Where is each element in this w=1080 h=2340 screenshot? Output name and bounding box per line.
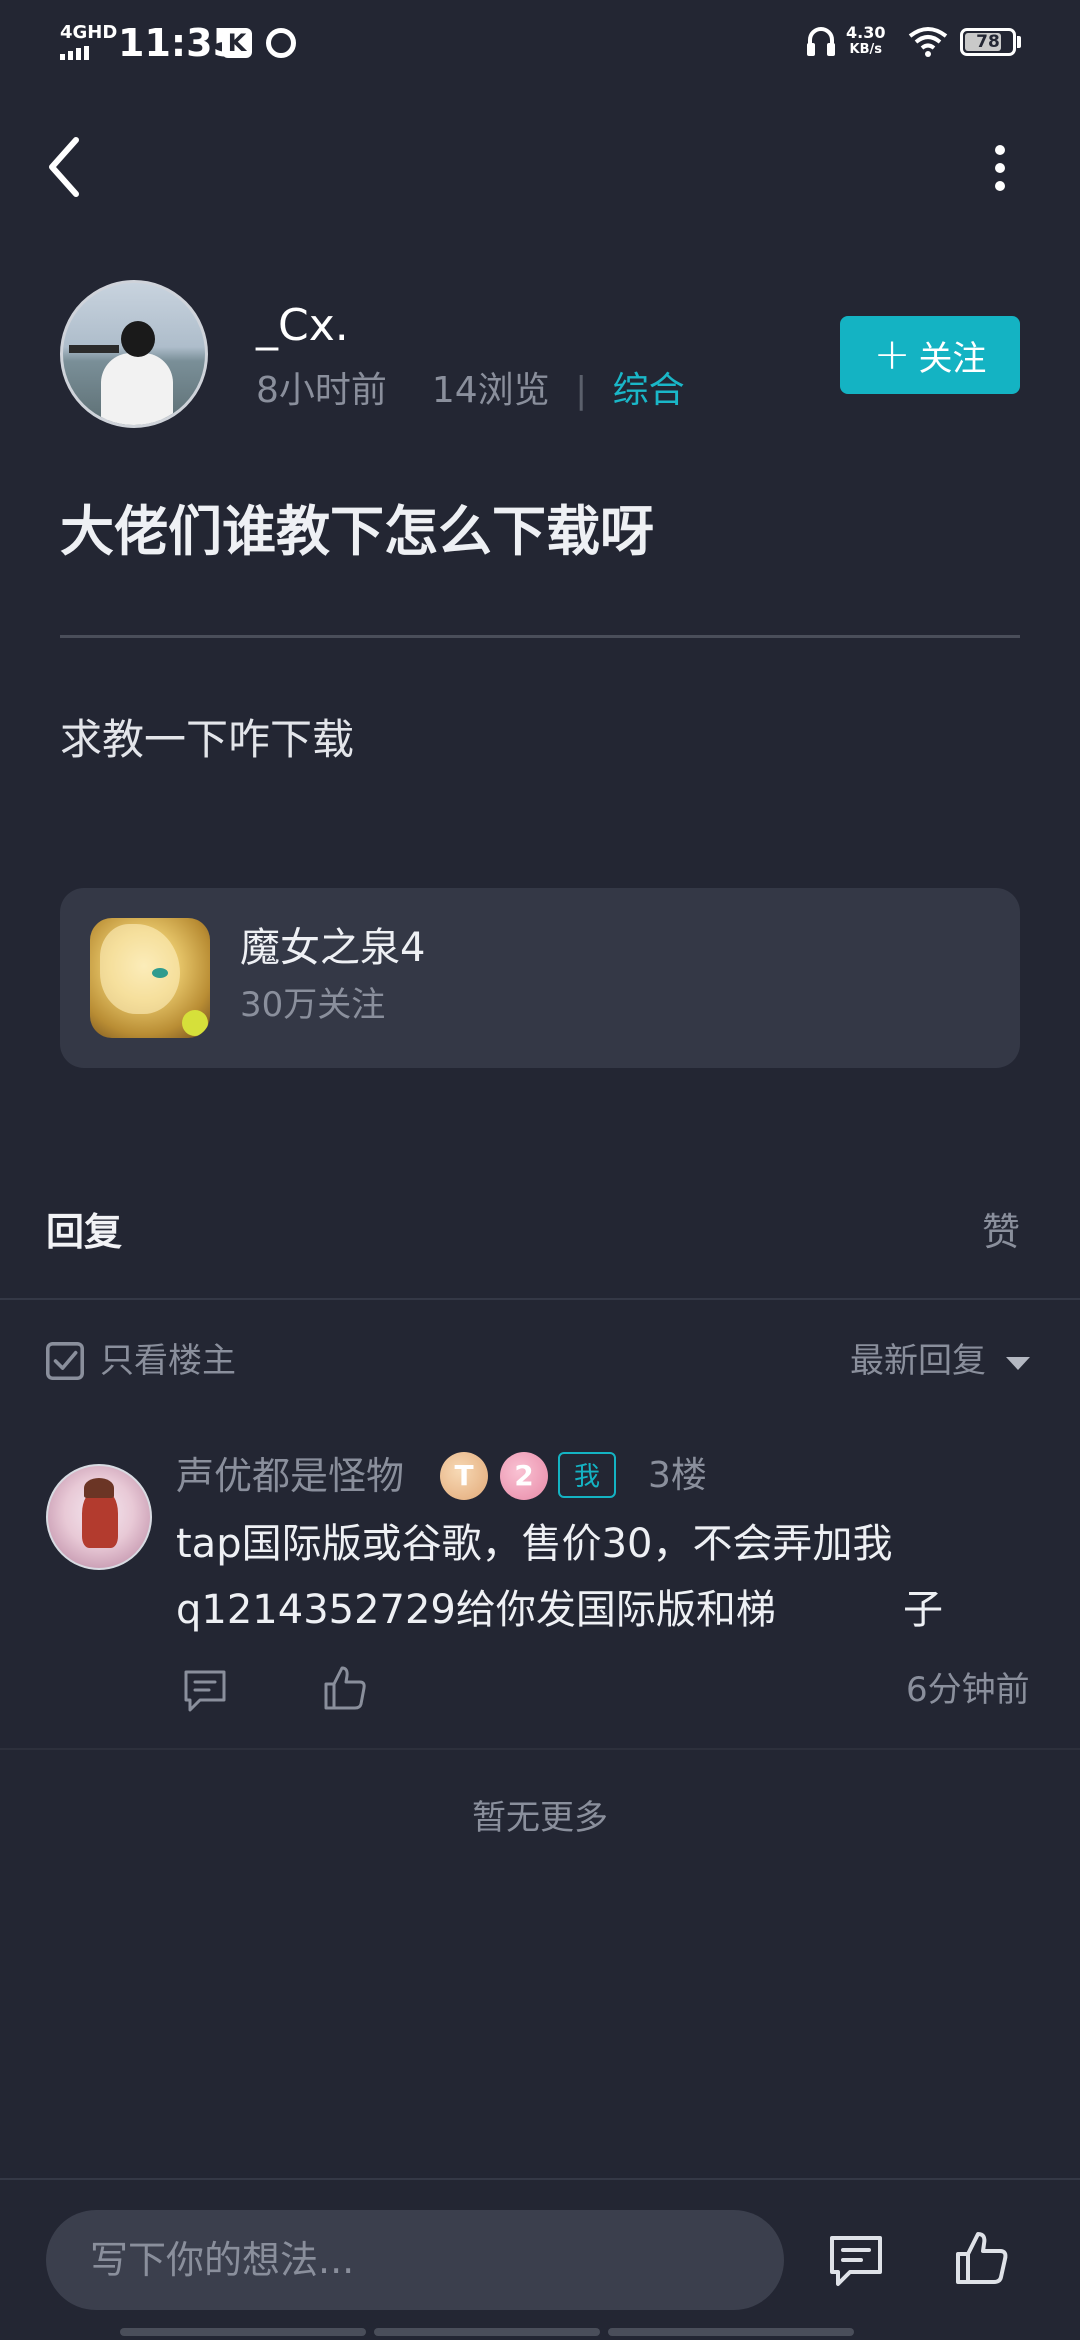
thumbs-up-icon[interactable] <box>954 2230 1010 2286</box>
post-body: 求教一下咋下载 <box>60 715 355 764</box>
back-button[interactable] <box>40 134 90 200</box>
comment-time: 6分钟前 <box>906 1670 1030 1710</box>
post-time: 8小时前 <box>256 370 387 411</box>
author-avatar[interactable] <box>60 280 208 428</box>
network-type: 4GHD <box>60 22 118 43</box>
floor-number: 3楼 <box>648 1455 707 1496</box>
level-badge: 2 <box>500 1452 548 1500</box>
comment-input[interactable] <box>46 2210 784 2310</box>
post-title: 大佬们谁教下怎么下载呀 <box>60 500 654 563</box>
divider <box>0 1748 1080 1750</box>
comment-text: q1214352729给你发国际版和梯 子 <box>176 1587 944 1633</box>
k-app-icon: K <box>222 28 252 58</box>
comment-icon[interactable] <box>828 2234 884 2288</box>
network-speed: 4.30 KB/s <box>846 24 885 58</box>
post-meta: 8小时前 14浏览 | 综合 <box>256 366 685 416</box>
signal-icon <box>60 46 89 60</box>
divider <box>0 1298 1080 1300</box>
commenter-name[interactable]: 声优都是怪物 <box>176 1448 404 1504</box>
headphones-icon <box>807 27 835 56</box>
reply-icon[interactable] <box>182 1668 228 1714</box>
divider <box>0 2178 1080 2180</box>
game-followers: 30万关注 <box>240 985 386 1025</box>
q-app-icon <box>266 28 296 58</box>
author-name[interactable]: _Cx. <box>256 296 349 356</box>
thumbs-up-icon[interactable] <box>322 1664 368 1712</box>
meta-separator: | <box>575 370 588 411</box>
tab-likes[interactable]: 赞 <box>982 1204 1020 1260</box>
comment-text: tap国际版或谷歌，售价30，不会弄加我 <box>176 1521 893 1567</box>
ts-badge: T <box>440 1452 488 1500</box>
only-op-label[interactable]: 只看楼主 <box>100 1336 236 1386</box>
sort-dropdown[interactable]: 最新回复 <box>850 1336 986 1386</box>
category-link[interactable]: 综合 <box>613 370 685 411</box>
speed-value: 4.30 <box>846 23 886 42</box>
battery-tip <box>1017 36 1021 48</box>
me-badge: 我 <box>558 1452 616 1498</box>
view-count: 14浏览 <box>431 370 550 411</box>
gesture-bar <box>120 2328 854 2336</box>
speed-unit: KB/s <box>849 42 882 57</box>
tab-replies[interactable]: 回复 <box>46 1204 122 1260</box>
game-name[interactable]: 魔女之泉4 <box>240 920 425 976</box>
plus-icon: + <box>873 329 911 380</box>
battery-icon: 78 <box>960 28 1016 56</box>
follow-label: 关注 <box>918 338 987 379</box>
only-op-checkbox[interactable] <box>46 1342 84 1380</box>
more-options-button[interactable] <box>980 140 1020 196</box>
status-bar: 4GHD 11:35 K 4.30 KB/s 78 <box>0 0 1080 86</box>
divider <box>60 635 1020 638</box>
status-time: 11:35 <box>118 21 239 65</box>
chevron-down-icon[interactable] <box>1006 1357 1030 1370</box>
game-icon[interactable] <box>90 918 210 1038</box>
follow-button[interactable]: + 关注 <box>840 316 1020 394</box>
commenter-avatar[interactable] <box>46 1464 152 1570</box>
battery-level: 78 <box>976 32 1000 52</box>
wifi-icon <box>908 27 948 57</box>
no-more-label: 暂无更多 <box>472 1798 608 1838</box>
